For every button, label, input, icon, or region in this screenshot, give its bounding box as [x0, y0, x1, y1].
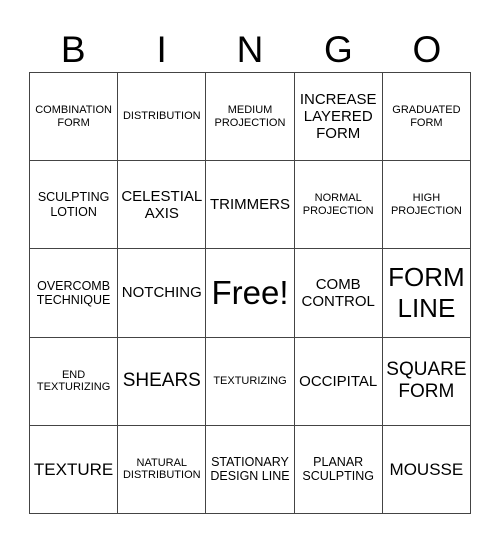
bingo-cell[interactable]: SQUARE FORM [382, 337, 471, 426]
cell-text: CELESTIAL AXIS [121, 187, 203, 222]
cell-text: SCULPTING LOTION [37, 190, 110, 219]
header-letter-b: B [60, 29, 86, 70]
bingo-cell[interactable]: MOUSSE [382, 425, 471, 514]
bingo-cell[interactable]: NATURAL DISTRIBUTION [118, 425, 207, 514]
cell-text: TEXTURE [33, 459, 114, 479]
cell-text: COMBINATION FORM [35, 103, 112, 129]
cell-text: COMB CONTROL [301, 275, 375, 310]
cell-text: NOTCHING [121, 284, 202, 302]
free-space-cell[interactable]: Free! [206, 249, 295, 338]
bingo-cell[interactable]: CELESTIAL AXIS [118, 161, 207, 250]
cell-text: MOUSSE [389, 459, 464, 479]
cell-text: SHEARS [122, 370, 201, 392]
bingo-cell[interactable]: NORMAL PROJECTION [294, 161, 383, 250]
bingo-cell[interactable]: STATIONARY DESIGN LINE [206, 425, 295, 514]
cell-text: GRADUATED FORM [392, 103, 461, 129]
bingo-cell[interactable]: NOTCHING [118, 249, 207, 338]
bingo-cell[interactable]: FORM LINE [382, 249, 471, 338]
cell-text: FORM LINE [388, 261, 465, 323]
cell-text: MEDIUM PROJECTION [214, 103, 286, 129]
cell-text: TRIMMERS [209, 196, 290, 214]
bingo-cell[interactable]: SCULPTING LOTION [30, 161, 119, 250]
bingo-cell[interactable]: TEXTURIZING [206, 337, 295, 426]
header-letter-i: I [156, 29, 167, 70]
cell-text: OVERCOMB TECHNIQUE [36, 278, 111, 307]
cell-text: NATURAL DISTRIBUTION [122, 456, 201, 482]
bingo-cell[interactable]: TEXTURE [30, 425, 119, 514]
bingo-cell[interactable]: TRIMMERS [206, 161, 295, 250]
bingo-cell[interactable]: OVERCOMB TECHNIQUE [30, 249, 119, 338]
header-letter-g: G [324, 29, 353, 70]
bingo-grid: COMBINATION FORM DISTRIBUTION MEDIUM PRO… [29, 72, 471, 514]
cell-text: SQUARE FORM [386, 359, 467, 403]
bingo-cell[interactable]: OCCIPITAL [294, 337, 383, 426]
cell-text: PLANAR SCULPTING [302, 455, 374, 484]
bingo-cell[interactable]: HIGH PROJECTION [382, 161, 471, 250]
bingo-cell[interactable]: SHEARS [118, 337, 207, 426]
bingo-cell[interactable]: GRADUATED FORM [382, 73, 471, 162]
cell-text: STATIONARY DESIGN LINE [210, 455, 290, 484]
bingo-header: B I N G O [29, 28, 471, 72]
bingo-cell[interactable]: COMB CONTROL [294, 249, 383, 338]
cell-text: NORMAL PROJECTION [302, 192, 374, 217]
bingo-cell[interactable]: PLANAR SCULPTING [294, 425, 383, 514]
cell-text: TEXTURIZING [213, 374, 287, 387]
cell-text: HIGH PROJECTION [390, 192, 462, 217]
header-letter-o: O [412, 29, 442, 70]
cell-text: END TEXTURIZING [36, 368, 111, 394]
header-letter-n: N [236, 29, 264, 70]
cell-text: OCCIPITAL [299, 372, 378, 390]
bingo-cell[interactable]: DISTRIBUTION [118, 73, 207, 162]
bingo-cell[interactable]: END TEXTURIZING [30, 337, 119, 426]
bingo-cell[interactable]: COMBINATION FORM [30, 73, 119, 162]
bingo-cell[interactable]: INCREASE LAYERED FORM [294, 73, 383, 162]
cell-text: DISTRIBUTION [122, 110, 201, 123]
cell-text: Free! [211, 274, 289, 312]
bingo-cell[interactable]: MEDIUM PROJECTION [206, 73, 295, 162]
cell-text: INCREASE LAYERED FORM [299, 90, 377, 143]
